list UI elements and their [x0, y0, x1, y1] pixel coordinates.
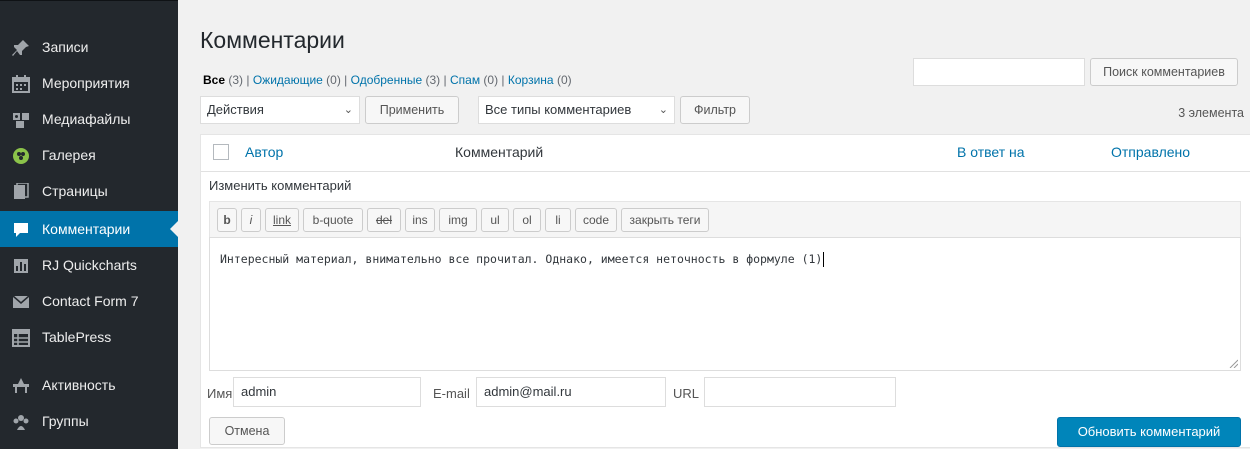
chevron-down-icon: ⌄ — [658, 104, 668, 116]
qt-italic-button[interactable]: i — [241, 208, 261, 232]
column-author[interactable]: Автор — [245, 144, 283, 160]
filter-pending[interactable]: Ожидающие — [253, 73, 323, 87]
url-label: URL — [673, 386, 700, 401]
pages-icon — [11, 182, 31, 202]
menu-item-rj-quickcharts[interactable]: RJ Quickcharts — [0, 247, 178, 283]
menu-item-events[interactable]: Мероприятия — [0, 65, 178, 101]
menu-item-comments[interactable]: Комментарии — [0, 211, 178, 247]
column-submitted[interactable]: Отправлено — [1111, 144, 1190, 160]
qt-ins-button[interactable]: ins — [405, 208, 435, 232]
menu-item-activity[interactable]: Активность — [0, 367, 178, 403]
table-header: Автор Комментарий В ответ на Отправлено — [201, 135, 1250, 172]
menu-item-label: RJ Quickcharts — [42, 257, 137, 273]
gallery-icon — [11, 146, 31, 166]
qt-del-button[interactable]: del — [367, 208, 401, 232]
filter-all[interactable]: Все (3) — [203, 73, 243, 87]
page-title: Комментарии — [200, 27, 345, 53]
cancel-button[interactable]: Отмена — [209, 417, 285, 445]
menu-item-label: TablePress — [42, 329, 112, 345]
qt-li-button[interactable]: li — [545, 208, 571, 232]
qt-bold-button[interactable]: b — [217, 208, 237, 232]
qt-ol-button[interactable]: ol — [513, 208, 541, 232]
comments-icon — [11, 220, 31, 240]
menu-item-tablepress[interactable]: TablePress — [0, 319, 178, 355]
media-icon — [11, 110, 31, 130]
qt-link-button[interactable]: link — [265, 208, 299, 232]
search-comments-button[interactable]: Поиск комментариев — [1090, 58, 1238, 86]
qt-code-button[interactable]: code — [575, 208, 617, 232]
menu-item-contact-form[interactable]: Contact Form 7 — [0, 283, 178, 319]
filter-button[interactable]: Фильтр — [680, 96, 750, 124]
menu-item-label: Contact Form 7 — [42, 293, 139, 309]
activity-icon — [11, 376, 31, 396]
filter-spam[interactable]: Спам — [450, 73, 480, 87]
search-comments-input[interactable] — [913, 58, 1085, 86]
qt-img-button[interactable]: img — [439, 208, 477, 232]
mail-icon — [11, 292, 31, 312]
comment-content-textarea[interactable]: Интересный материал, внимательно все про… — [209, 237, 1241, 371]
select-all-checkbox[interactable] — [213, 144, 229, 160]
main-content: Комментарии Все (3) | Ожидающие (0) | Од… — [178, 0, 1250, 448]
name-field[interactable]: admin — [233, 377, 421, 407]
menu-item-label: Страницы — [42, 183, 108, 199]
menu-item-label: Мероприятия — [42, 75, 130, 91]
text-caret — [823, 252, 825, 267]
menu-item-label: Медиафайлы — [42, 111, 131, 127]
pin-icon — [11, 38, 31, 58]
menu-item-label: Галерея — [42, 147, 96, 163]
chart-icon — [11, 256, 31, 276]
chevron-down-icon: ⌄ — [343, 104, 353, 116]
filter-trash[interactable]: Корзина — [508, 73, 554, 87]
update-comment-button[interactable]: Обновить комментарий — [1057, 417, 1241, 447]
menu-item-label: Активность — [42, 377, 116, 393]
menu-item-gallery[interactable]: Галерея — [0, 137, 178, 173]
menu-item-posts[interactable]: Записи — [0, 29, 178, 65]
name-label: Имя — [207, 386, 233, 401]
status-filter-links: Все (3) | Ожидающие (0) | Одобренные (3)… — [203, 73, 572, 87]
menu-item-groups[interactable]: Группы — [0, 403, 178, 439]
url-field[interactable] — [704, 377, 896, 407]
menu-item-label: Группы — [42, 413, 89, 429]
qt-close-tags-button[interactable]: закрыть теги — [621, 208, 709, 232]
column-in-response-to[interactable]: В ответ на — [957, 144, 1025, 160]
groups-icon — [11, 412, 31, 432]
admin-sidebar: Записи Мероприятия Медиафайлы Галерея Ст… — [0, 0, 178, 449]
calendar-icon — [11, 74, 31, 94]
menu-item-label: Записи — [42, 39, 89, 55]
menu-item-pages[interactable]: Страницы — [0, 173, 178, 209]
items-count: 3 элемента — [1178, 106, 1244, 120]
bulk-actions-select[interactable]: Действия ⌄ — [200, 96, 360, 124]
menu-item-media[interactable]: Медиафайлы — [0, 101, 178, 137]
edit-comment-title: Изменить комментарий — [209, 178, 352, 193]
resize-grip-icon[interactable] — [1228, 358, 1238, 368]
filter-approved[interactable]: Одобренные — [351, 73, 423, 87]
column-comment: Комментарий — [455, 144, 544, 160]
email-label: E-mail — [433, 386, 470, 401]
active-indicator — [170, 221, 178, 237]
table-icon — [11, 328, 31, 348]
qt-blockquote-button[interactable]: b-quote — [303, 208, 363, 232]
menu-item-label: Комментарии — [42, 221, 131, 237]
quicktags-toolbar: b i link b-quote del ins img ul ol li co… — [209, 201, 1241, 237]
apply-button[interactable]: Применить — [365, 96, 459, 124]
comment-type-select[interactable]: Все типы комментариев ⌄ — [478, 96, 675, 124]
qt-ul-button[interactable]: ul — [481, 208, 509, 232]
comments-table: Автор Комментарий В ответ на Отправлено … — [200, 134, 1250, 448]
email-field[interactable]: admin@mail.ru — [476, 377, 666, 407]
